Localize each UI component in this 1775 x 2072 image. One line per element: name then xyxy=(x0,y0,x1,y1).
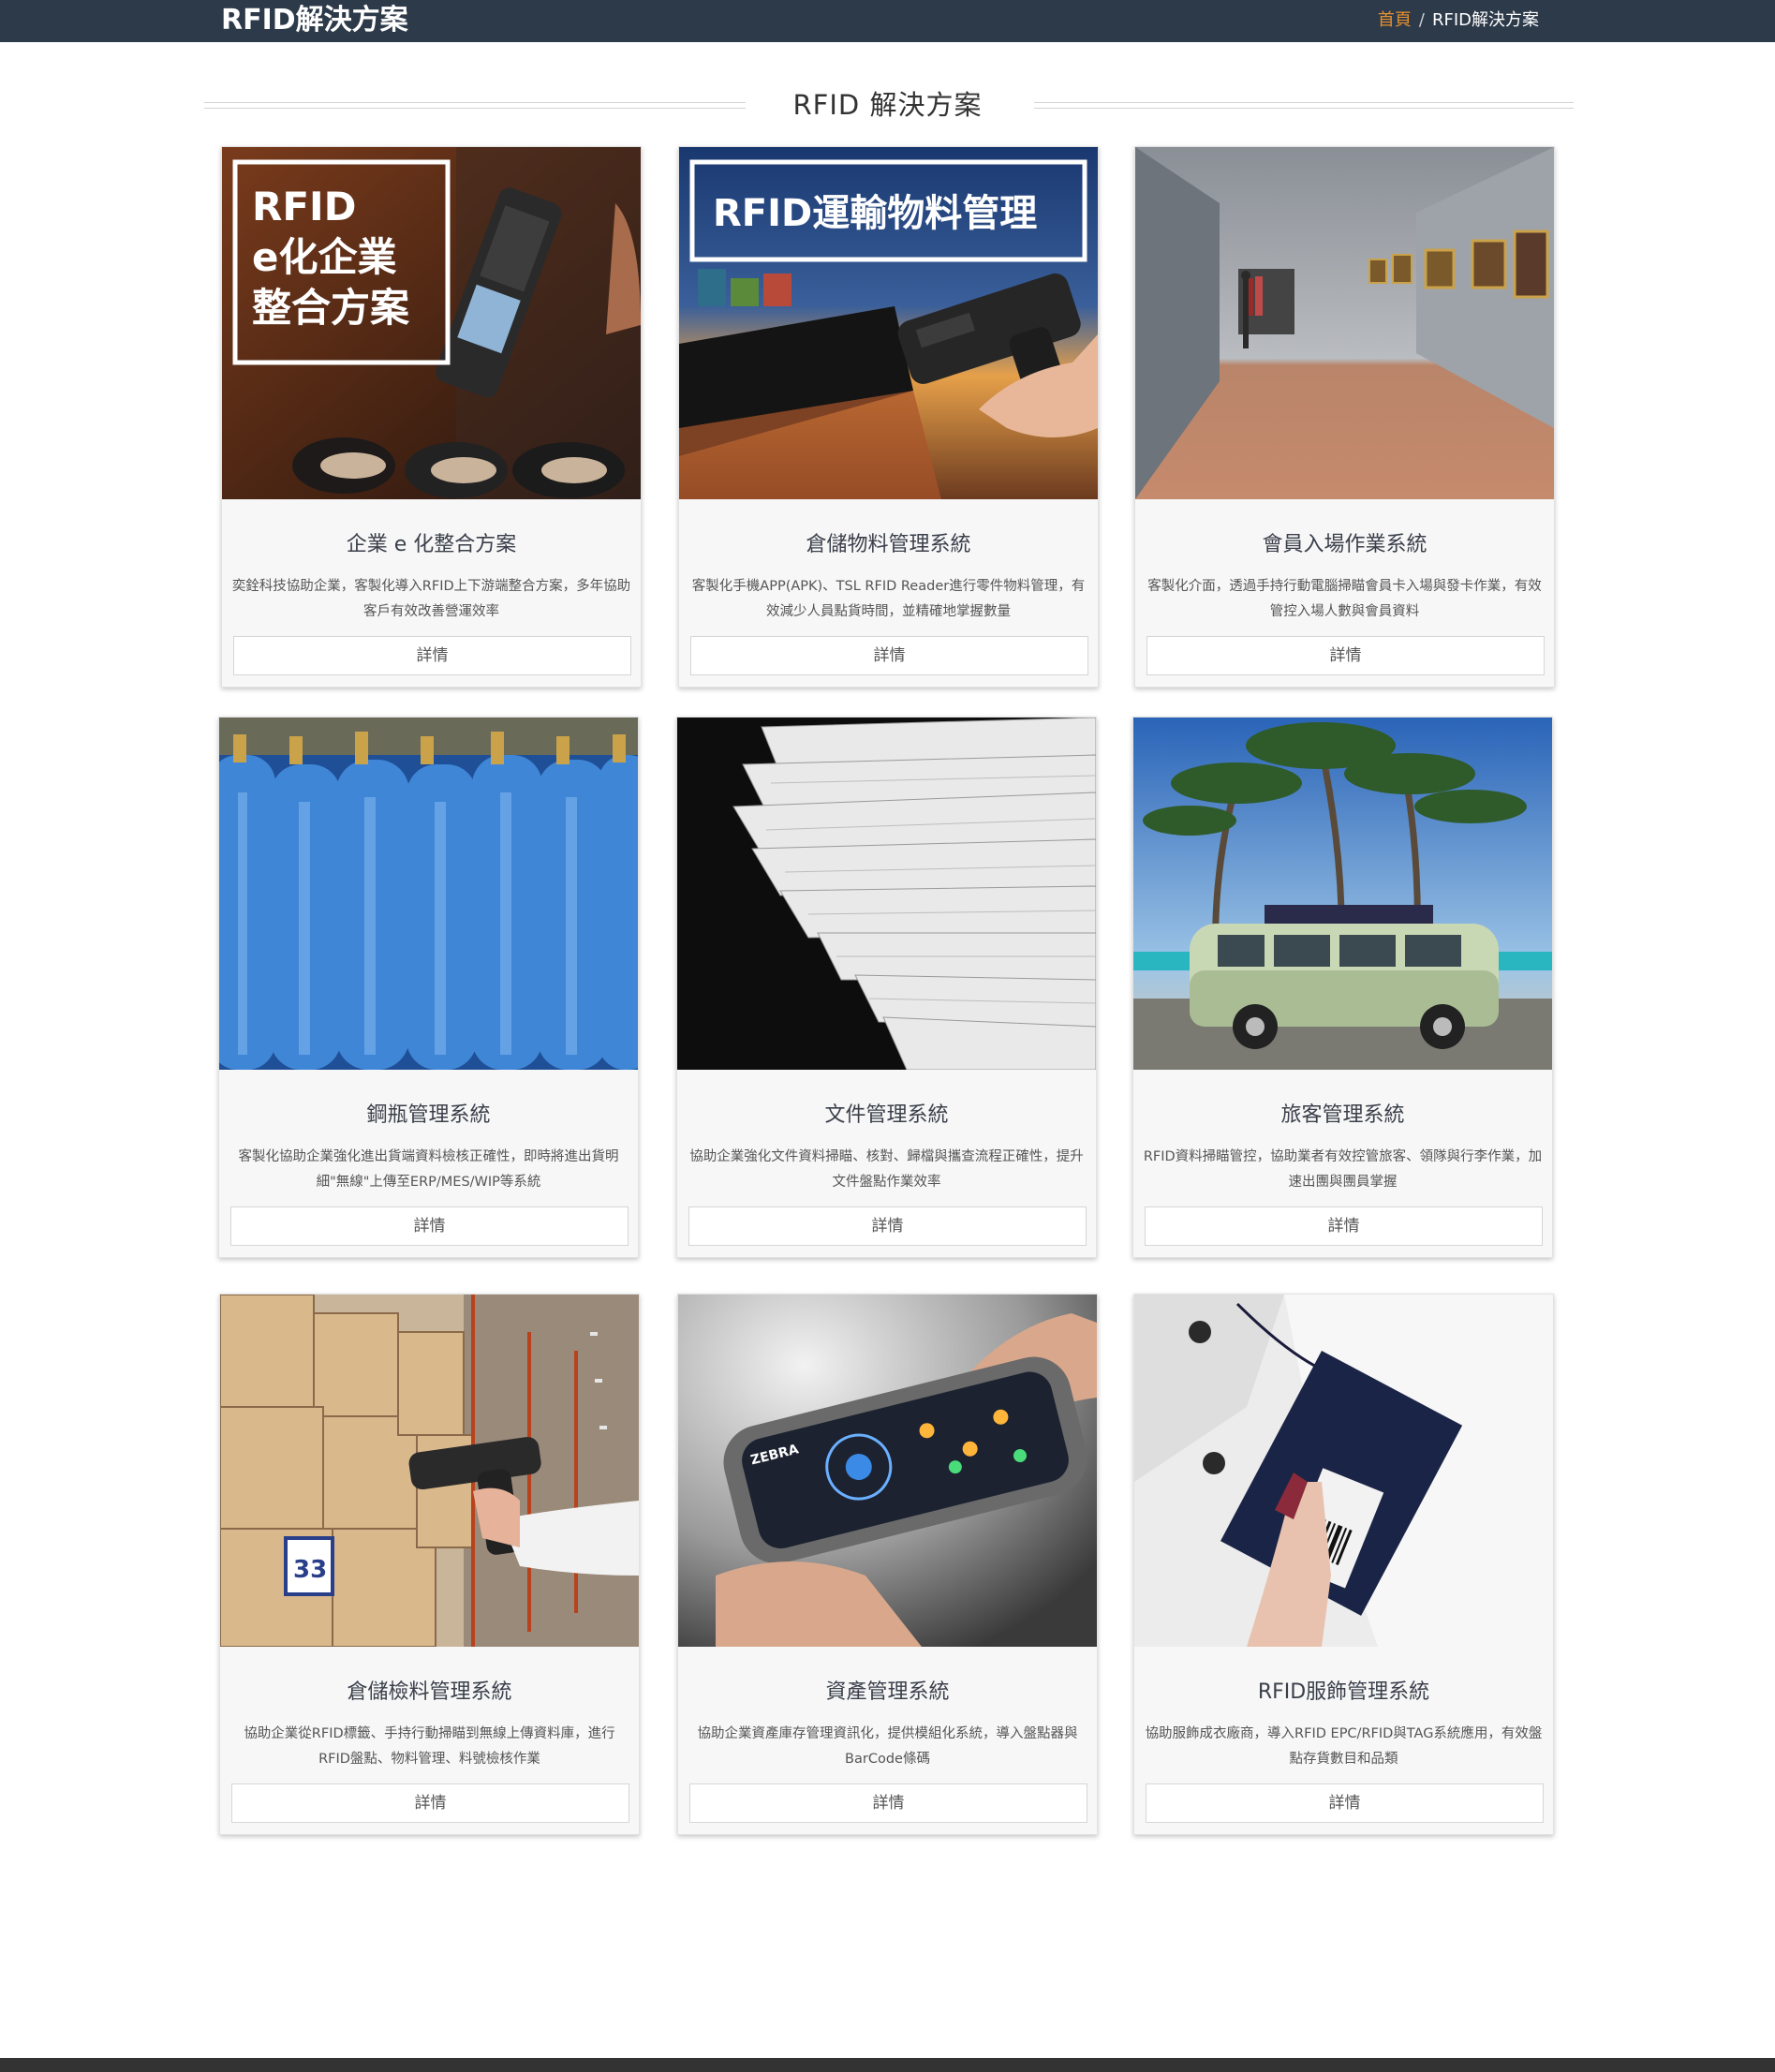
card-title: 文件管理系統 xyxy=(824,1103,949,1127)
details-button[interactable]: 詳情 xyxy=(688,1206,1087,1246)
card-description: 奕銓科技協助企業，客製化導入RFID上下游端整合方案，多年協助客戶有效改善營運效… xyxy=(231,579,631,619)
card-image-traveler[interactable] xyxy=(1133,718,1552,1070)
image-text-box-number: 33 xyxy=(293,1556,327,1584)
image-text-rfid: RFID xyxy=(252,184,357,229)
solution-card-apparel: RFID服飾管理系統 協助服飾成衣廠商，導入RFID EPC/RFID與TAG系… xyxy=(1133,1294,1554,1835)
heading-rule-right xyxy=(1034,102,1574,109)
image-text-rfid-transport: RFID運輸物料管理 xyxy=(713,192,1037,235)
solution-card-member-entry: 會員入場作業系統 客製化介面，透過手持行動電腦掃瞄會員卡入場與發卡作業，有效管控… xyxy=(1134,146,1555,688)
card-image-warehouse-inspection[interactable]: 33 xyxy=(220,1295,639,1647)
details-button[interactable]: 詳情 xyxy=(689,1783,1087,1823)
card-description: 協助企業資產庫存管理資訊化，提供模組化系統，導入盤點器與BarCode條碼 xyxy=(697,1726,1078,1767)
card-image-enterprise[interactable]: RFID e化企業 整合方案 xyxy=(222,147,641,499)
solution-card-asset: ZEBRA 資產管理系統 協助企業資產庫存管理資訊化，提供模組化系統，導入盤點器… xyxy=(677,1294,1098,1835)
page-title: RFID解決方案 xyxy=(221,4,408,37)
breadcrumb-separator: / xyxy=(1418,10,1425,30)
solution-card-document: 文件管理系統 協助企業強化文件資料掃瞄、核對、歸檔與攜查流程正確性，提升文件盤點… xyxy=(676,717,1097,1258)
card-description: 客製化協助企業強化進出貨端資料檢核正確性，即時將進出貨明細"無線"上傳至ERP/… xyxy=(238,1149,619,1190)
details-button[interactable]: 詳情 xyxy=(1146,1783,1544,1823)
card-description: 協助企業強化文件資料掃瞄、核對、歸檔與攜查流程正確性，提升文件盤點作業效率 xyxy=(689,1149,1084,1190)
breadcrumb-current: RFID解決方案 xyxy=(1431,10,1539,30)
card-description: 客製化手機APP(APK)、TSL RFID Reader進行零件物料管理，有效… xyxy=(691,579,1086,619)
breadcrumb: 首頁 / RFID解決方案 xyxy=(1378,10,1539,31)
solution-card-enterprise: RFID e化企業 整合方案 企業 e 化整合方案 奕銓科技協助企業，客製化導入… xyxy=(221,146,642,688)
section-heading: RFID 解決方案 xyxy=(0,81,1775,127)
card-title: 旅客管理系統 xyxy=(1280,1103,1405,1127)
details-button[interactable]: 詳情 xyxy=(1145,1206,1543,1246)
card-title: 企業 e 化整合方案 xyxy=(346,533,517,556)
image-text-line2: e化企業 xyxy=(252,234,397,280)
details-button[interactable]: 詳情 xyxy=(231,1783,629,1823)
top-header-bar: RFID解決方案 首頁 / RFID解決方案 xyxy=(0,0,1775,42)
card-title: 鋼瓶管理系統 xyxy=(366,1103,491,1127)
breadcrumb-home-link[interactable]: 首頁 xyxy=(1378,10,1412,30)
solution-card-warehouse-inspection: 33 倉儲檢料管理系統 協助企業從RFID標籤、手持行動掃瞄到無線上傳資料庫，進… xyxy=(219,1294,640,1835)
details-button[interactable]: 詳情 xyxy=(1146,636,1545,675)
solution-card-traveler: 旅客管理系統 RFID資料掃瞄管控，協助業者有效控管旅客、領隊與行李作業，加速出… xyxy=(1132,717,1553,1258)
card-title: RFID服飾管理系統 xyxy=(1257,1680,1430,1704)
details-button[interactable]: 詳情 xyxy=(233,636,631,675)
footer-bar xyxy=(0,2058,1775,2072)
card-description: 客製化介面，透過手持行動電腦掃瞄會員卡入場與發卡作業，有效管控入場人數與會員資料 xyxy=(1147,579,1542,619)
card-image-member-entry[interactable] xyxy=(1135,147,1554,499)
image-text-line3: 整合方案 xyxy=(252,285,410,331)
solution-card-warehouse-material: RFID運輸物料管理 倉儲物料管理系統 客製化手機APP(APK)、TSL RF… xyxy=(678,146,1099,688)
card-image-warehouse-material[interactable]: RFID運輸物料管理 xyxy=(679,147,1098,499)
card-title: 倉儲檢料管理系統 xyxy=(347,1680,512,1704)
card-description: RFID資料掃瞄管控，協助業者有效控管旅客、領隊與行李作業，加速出團與團員掌握 xyxy=(1143,1149,1543,1190)
details-button[interactable]: 詳情 xyxy=(690,636,1088,675)
card-image-apparel[interactable] xyxy=(1134,1295,1553,1647)
card-title: 資產管理系統 xyxy=(825,1680,950,1704)
card-description: 協助企業從RFID標籤、手持行動掃瞄到無線上傳資料庫，進行RFID盤點、物料管理… xyxy=(244,1726,615,1767)
card-title: 會員入場作業系統 xyxy=(1262,533,1427,556)
card-image-document[interactable] xyxy=(677,718,1096,1070)
details-button[interactable]: 詳情 xyxy=(230,1206,629,1246)
card-image-gas-cylinder[interactable] xyxy=(219,718,638,1070)
solution-card-gas-cylinder: 鋼瓶管理系統 客製化協助企業強化進出貨端資料檢核正確性，即時將進出貨明細"無線"… xyxy=(218,717,639,1258)
card-image-asset[interactable]: ZEBRA xyxy=(678,1295,1097,1647)
card-description: 協助服飾成衣廠商，導入RFID EPC/RFID與TAG系統應用，有效盤點存貨數… xyxy=(1145,1726,1543,1767)
card-title: 倉儲物料管理系統 xyxy=(806,533,971,556)
